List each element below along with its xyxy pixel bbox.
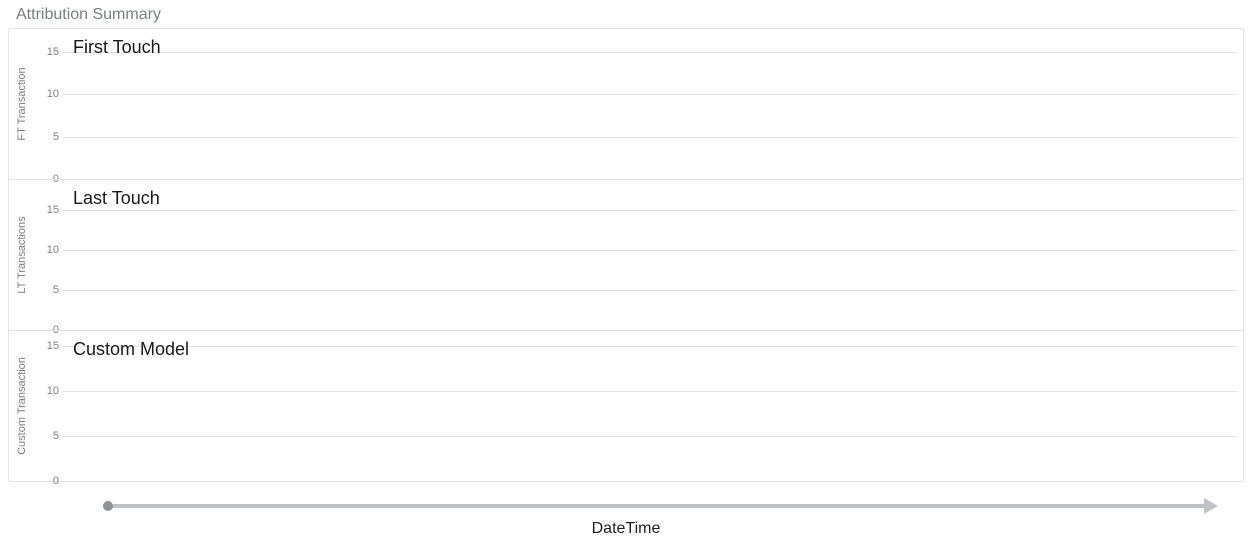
y-tick: 10 — [35, 244, 59, 256]
bars-lt: Paid SearchPaid SearchPaid SearchOrganic… — [63, 186, 1237, 330]
bar-column: Paid SearchOrganic Search — [650, 186, 795, 330]
plot-lt: 051015Paid SearchPaid SearchPaid SearchO… — [63, 186, 1237, 330]
bar-column: Display — [1084, 35, 1229, 179]
bar-column: Organic Search — [795, 35, 940, 179]
panel-title-cu: Custom Model — [73, 339, 189, 360]
timeline-arrow-head — [1204, 498, 1218, 514]
bar-column: Paid SearchOrganic Search — [940, 337, 1085, 481]
gridline — [63, 481, 1237, 482]
bar-column: Organic SearchDisplay — [505, 35, 650, 179]
panel-ft: First Touch FT Transaction 051015Organic S… — [9, 29, 1243, 179]
bars-cu: Paid SearchOrganic SearchPaid SearchOrga… — [63, 337, 1237, 481]
bar-column: Paid SearchOrganic Search — [795, 337, 940, 481]
y-tick: 15 — [35, 204, 59, 216]
x-axis-area: DateTime — [8, 486, 1244, 546]
timeline-start-dot — [103, 501, 113, 511]
chart-stack: First Touch FT Transaction 051015Organic S… — [8, 28, 1244, 482]
panel-title-lt: Last Touch — [73, 188, 160, 209]
page-title: Attribution Summary — [16, 6, 1244, 24]
bar-column: Paid SearchOrganic Search — [650, 337, 795, 481]
y-axis-label-lt: LT Transactions — [16, 200, 28, 310]
bars-ft: Organic SearchDisplayOrganic SearchDispl… — [63, 35, 1237, 179]
bar-column: Organic Search — [940, 35, 1085, 179]
y-tick: 10 — [35, 385, 59, 397]
y-tick: 15 — [35, 340, 59, 352]
y-tick: 5 — [35, 430, 59, 442]
bar-column: Paid Search — [1084, 337, 1229, 481]
bar-column: Paid Search — [940, 186, 1085, 330]
bar-column: Organic SearchDisplay — [650, 35, 795, 179]
panel-title-ft: First Touch — [73, 37, 161, 58]
y-tick: 10 — [35, 88, 59, 100]
bar-column: Paid SearchOrganic Search — [361, 337, 506, 481]
bar-column: Paid Search — [505, 186, 650, 330]
panel-lt: Last Touch LT Transactions 051015Paid Sear… — [9, 179, 1243, 330]
bar-column: Paid Search — [1084, 186, 1229, 330]
y-axis-label-ft: FT Transaction — [16, 49, 28, 159]
y-axis-label-cu: Custom Transaction — [16, 351, 28, 461]
plot-cu: 051015Paid SearchOrganic SearchPaid Sear… — [63, 337, 1237, 481]
bar-column — [216, 35, 361, 179]
y-tick: 5 — [35, 284, 59, 296]
bar-column: Paid Search — [361, 186, 506, 330]
bar-column — [216, 186, 361, 330]
bar-column: Paid SearchOrganic Search — [795, 186, 940, 330]
bar-column: Organic SearchDisplay — [361, 35, 506, 179]
y-tick: 5 — [35, 131, 59, 143]
plot-ft: 051015Organic SearchDisplayOrganic Searc… — [63, 35, 1237, 179]
timeline-arrow — [108, 504, 1204, 508]
bar-column — [216, 337, 361, 481]
bar-column: Paid SearchOrganic SearchDisplayOther — [505, 337, 650, 481]
panel-cu: Custom Model Custom Transaction 051015Paid… — [9, 330, 1243, 481]
x-axis-label: DateTime — [8, 520, 1244, 538]
y-tick: 15 — [35, 46, 59, 58]
